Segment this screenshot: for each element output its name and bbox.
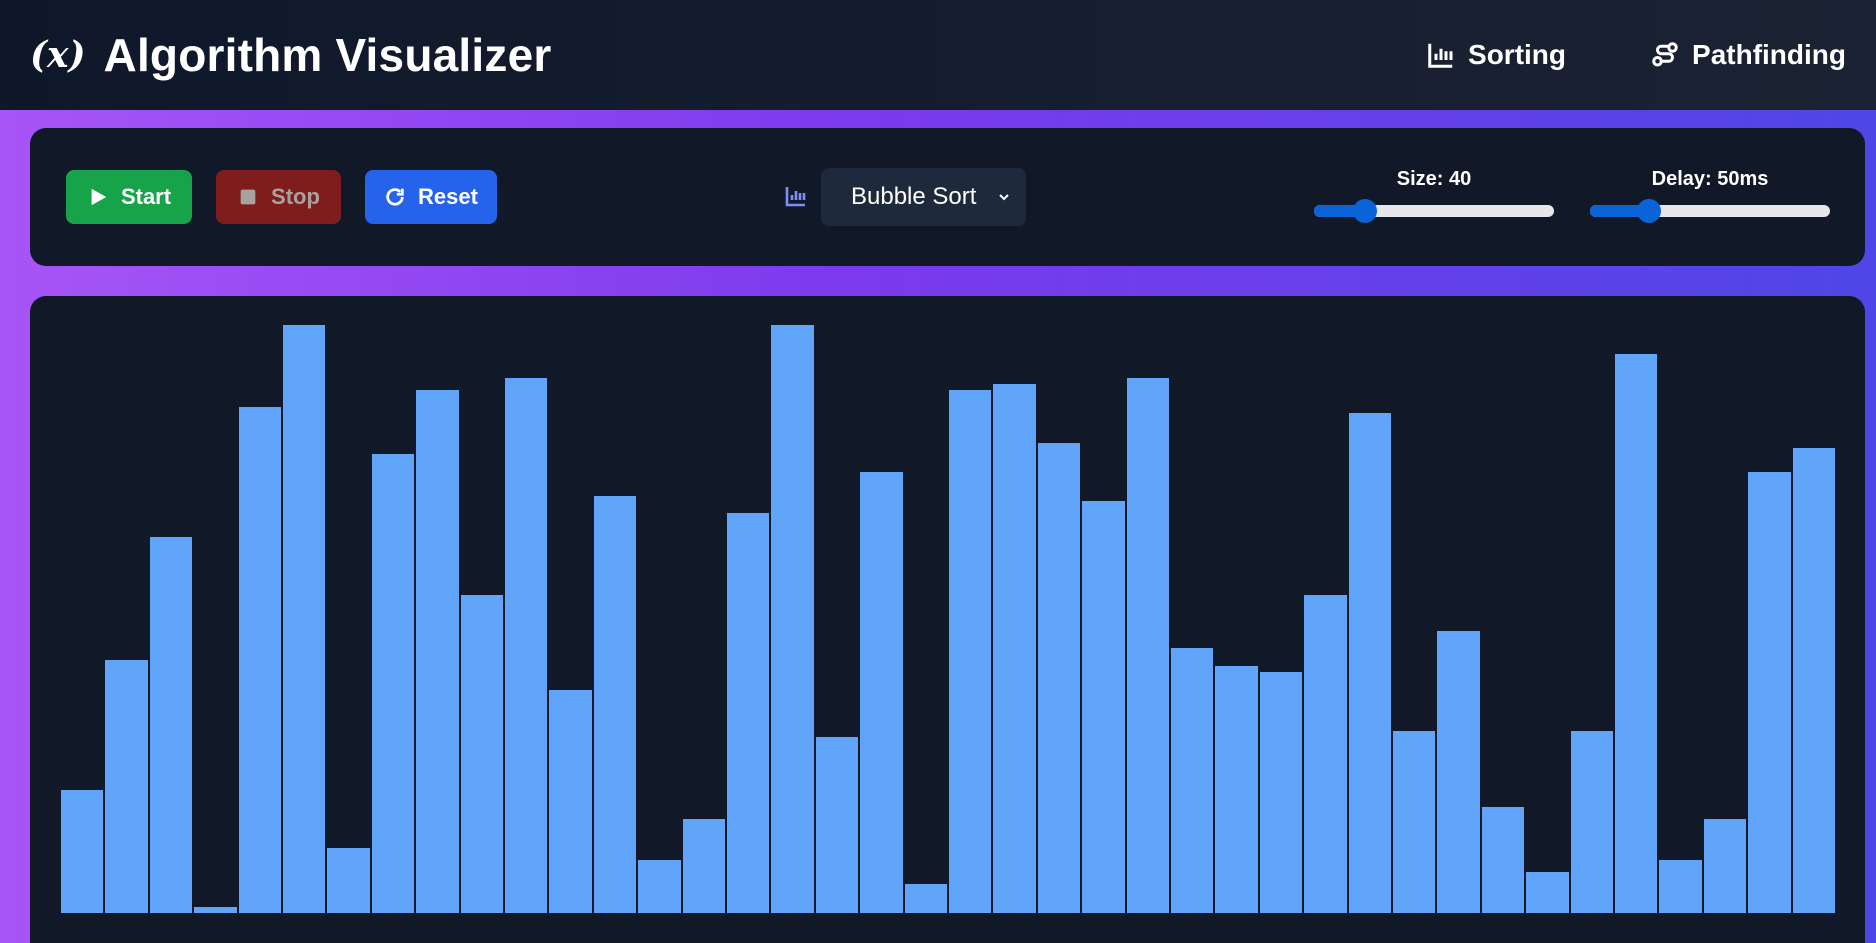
bar — [549, 689, 592, 913]
app-title: Algorithm Visualizer — [103, 29, 552, 81]
bar — [371, 454, 415, 913]
bar — [460, 595, 503, 913]
bar — [771, 325, 814, 913]
bar — [1792, 448, 1835, 913]
bar — [1215, 666, 1258, 913]
bar — [1304, 595, 1347, 913]
nav-sorting-label: Sorting — [1468, 39, 1567, 70]
function-icon: (x) — [30, 34, 86, 76]
bar — [1082, 501, 1125, 913]
bar — [1348, 413, 1391, 913]
bar — [327, 848, 370, 913]
bar-chart-icon — [1428, 43, 1453, 68]
nav-sorting[interactable]: Sorting — [1426, 39, 1566, 71]
bar — [1259, 671, 1303, 913]
bar — [283, 325, 326, 913]
start-label: Start — [120, 184, 172, 209]
algorithm-selected: Bubble Sort — [851, 183, 977, 210]
start-button[interactable]: Start — [66, 170, 192, 224]
bar — [61, 789, 104, 913]
size-slider[interactable] — [1314, 199, 1554, 223]
reset-icon — [386, 188, 404, 206]
bar — [1570, 730, 1613, 913]
bar — [1393, 730, 1436, 913]
bar — [194, 907, 237, 913]
bar-chart — [61, 325, 1835, 913]
reset-label: Reset — [418, 184, 478, 209]
size-label: Size: 40 — [1396, 168, 1472, 190]
size-slider-thumb[interactable] — [1353, 199, 1378, 223]
bar — [1748, 472, 1791, 913]
nav-pathfinding[interactable]: Pathfinding — [1650, 39, 1846, 71]
delay-control: Delay: 50ms — [1590, 168, 1830, 223]
bar — [1481, 807, 1525, 913]
visualization-panel — [30, 296, 1865, 943]
delay-label: Delay: 50ms — [1651, 168, 1769, 190]
play-icon — [91, 188, 107, 206]
controls-panel: Start Stop Reset Bubble Sort Size: 40 De… — [30, 128, 1865, 266]
bar — [1126, 377, 1169, 913]
bar — [727, 513, 770, 913]
route-icon — [1652, 42, 1678, 67]
bar-chart-icon — [785, 187, 806, 207]
bar — [638, 860, 681, 913]
chevron-down-icon — [999, 194, 1009, 201]
bar — [105, 660, 148, 913]
bar — [238, 407, 281, 913]
bar — [682, 818, 725, 913]
bar — [1526, 871, 1569, 913]
bar — [1037, 442, 1081, 913]
bar — [949, 389, 992, 913]
bar — [149, 536, 193, 913]
bar — [1171, 648, 1214, 913]
stop-button[interactable]: Stop — [216, 170, 341, 224]
bar — [1615, 354, 1658, 913]
nav-links: Sorting Pathfinding — [1426, 39, 1846, 71]
bar — [593, 495, 637, 913]
bar — [416, 389, 459, 913]
brand[interactable]: (x) Algorithm Visualizer — [30, 28, 551, 82]
delay-slider-thumb[interactable] — [1637, 199, 1662, 223]
bar — [815, 736, 859, 913]
bar — [1703, 818, 1747, 913]
stop-label: Stop — [271, 184, 320, 209]
reset-button[interactable]: Reset — [365, 170, 497, 224]
top-navbar: (x) Algorithm Visualizer Sorting Pathfin… — [0, 0, 1876, 110]
delay-slider[interactable] — [1590, 199, 1830, 223]
bar — [904, 883, 947, 913]
bar — [1659, 860, 1702, 913]
size-control: Size: 40 — [1314, 168, 1554, 223]
bar — [993, 383, 1036, 913]
bar — [860, 472, 903, 913]
nav-pathfinding-label: Pathfinding — [1692, 39, 1846, 70]
algorithm-select[interactable]: Bubble Sort — [821, 168, 1026, 226]
stop-icon — [240, 189, 256, 205]
bar — [505, 377, 548, 913]
bar — [1437, 630, 1480, 913]
